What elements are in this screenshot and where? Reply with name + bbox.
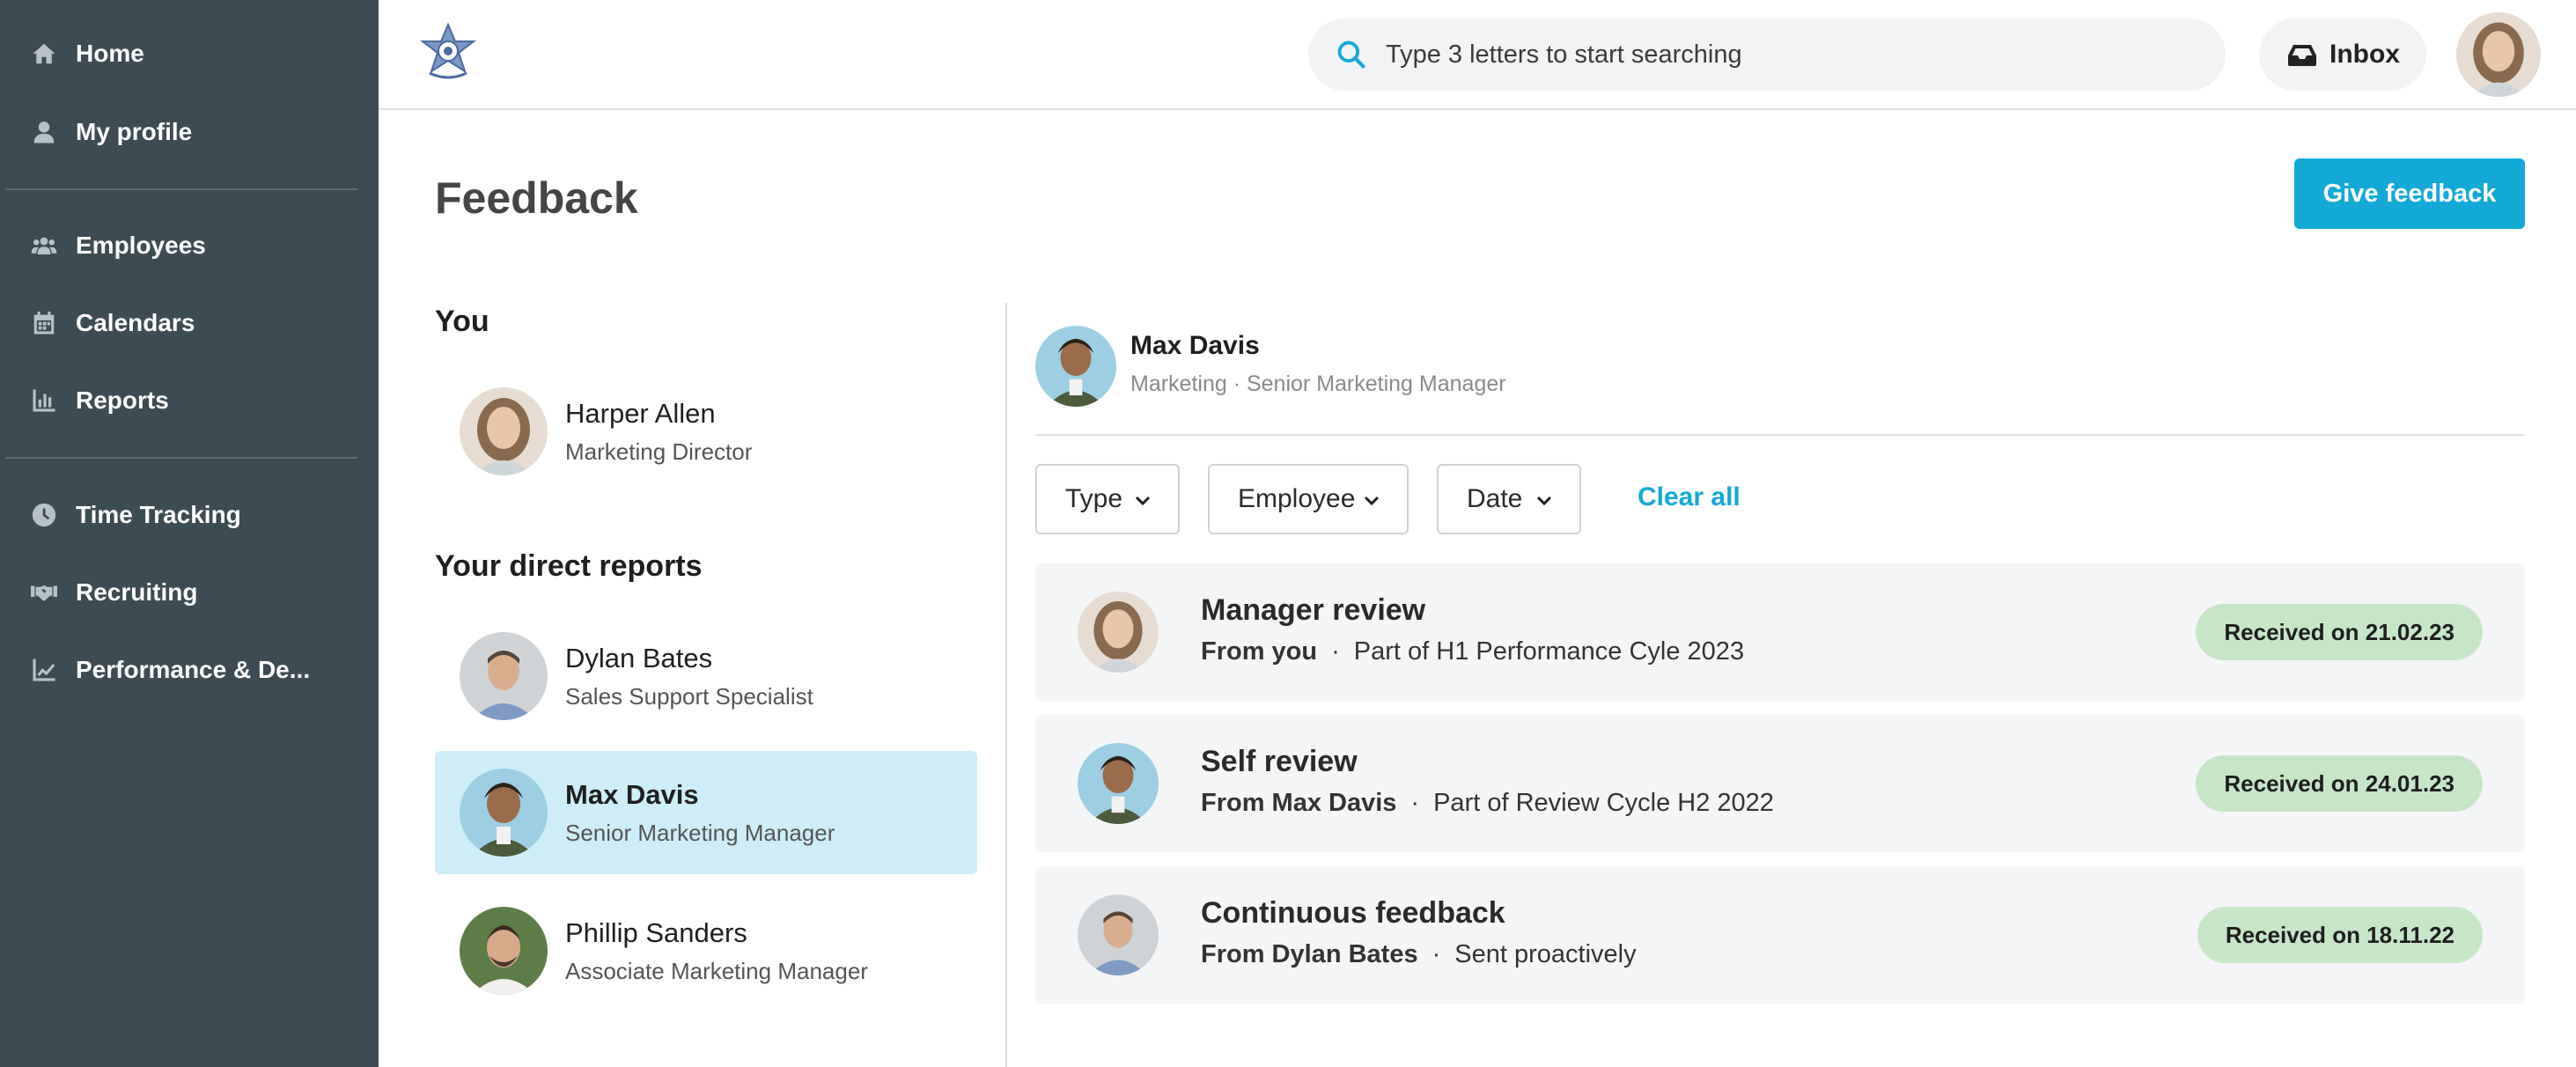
avatar	[1078, 894, 1159, 975]
avatar	[1078, 592, 1159, 673]
feedback-card[interactable]: Self review From Max Davis · Part of Revie…	[1035, 715, 2525, 852]
chevron-down-icon	[1135, 496, 1151, 506]
filter-label: Type	[1065, 484, 1123, 513]
filter-label: Employee	[1238, 484, 1356, 513]
detail-person-name: Max Davis	[1130, 331, 1260, 360]
sidebar: Home My profile Employees Calendars Repo…	[0, 0, 379, 1067]
sidebar-item-label: Employees	[76, 232, 206, 259]
person-role: Associate Marketing Manager	[565, 958, 868, 984]
feedback-title: Self review	[1201, 745, 1358, 778]
person-role: Sales Support Specialist	[565, 683, 813, 710]
feedback-from: From Max Davis	[1201, 789, 1397, 817]
person-item-harper-allen[interactable]: Harper Allen Marketing Director	[435, 370, 977, 493]
handshake-icon	[28, 577, 60, 608]
search-input[interactable]: Type 3 letters to start searching	[1386, 40, 1742, 70]
sidebar-item-time-tracking[interactable]: Time Tracking	[0, 484, 379, 546]
direct-reports-title: Your direct reports	[435, 549, 703, 583]
user-avatar[interactable]	[2456, 12, 2541, 97]
feedback-context: Sent proactively	[1454, 940, 1637, 968]
person-item-dylan-bates[interactable]: Dylan Bates Sales Support Specialist	[435, 614, 977, 738]
sidebar-item-label: Time Tracking	[76, 501, 241, 528]
page-title: Feedback	[435, 173, 638, 223]
avatar	[460, 907, 548, 995]
feedback-meta: From Dylan Bates · Sent proactively	[1201, 940, 1637, 969]
person-name: Max Davis	[565, 779, 699, 810]
search-icon	[1337, 40, 1365, 69]
detail-person-subtitle: Marketing · Senior Marketing Manager	[1130, 372, 1506, 396]
sidebar-item-label: My profile	[76, 118, 193, 145]
sidebar-item-recruiting[interactable]: Recruiting	[0, 562, 379, 623]
sidebar-item-label: Performance & De...	[76, 656, 311, 683]
feedback-from: From you	[1201, 637, 1318, 666]
feedback-title: Manager review	[1201, 593, 1426, 627]
sidebar-item-employees[interactable]: Employees	[0, 215, 379, 276]
top-bar: Type 3 letters to start searching Inbox	[379, 0, 2576, 110]
sidebar-item-performance[interactable]: Performance & De...	[0, 639, 379, 701]
feedback-from: From Dylan Bates	[1201, 940, 1418, 968]
feedback-card[interactable]: Continuous feedback From Dylan Bates · Sen…	[1035, 866, 2525, 1004]
status-badge: Received on 18.11.22	[2197, 907, 2483, 963]
you-section-title: You	[435, 305, 489, 338]
sidebar-item-label: Home	[76, 40, 144, 67]
avatar	[460, 387, 548, 475]
users-icon	[28, 230, 60, 261]
avatar	[1078, 743, 1159, 824]
chevron-down-icon	[1536, 496, 1552, 506]
sidebar-item-label: Reports	[76, 386, 169, 414]
separator-dot: ·	[1432, 940, 1441, 968]
inbox-button[interactable]: Inbox	[2259, 18, 2426, 91]
feedback-meta: From Max Davis · Part of Review Cycle H2 2…	[1201, 789, 1774, 818]
status-badge: Received on 24.01.23	[2196, 755, 2483, 812]
feedback-title: Continuous feedback	[1201, 896, 1505, 930]
status-badge: Received on 21.02.23	[2196, 604, 2483, 660]
column-divider	[1005, 303, 1007, 1067]
type-filter-dropdown[interactable]: Type	[1035, 464, 1180, 534]
sidebar-item-home[interactable]: Home	[0, 23, 379, 85]
give-feedback-button[interactable]: Give feedback	[2294, 158, 2525, 229]
calendar-icon	[28, 307, 60, 339]
person-name: Harper Allen	[565, 398, 716, 429]
avatar	[1035, 326, 1116, 407]
user-icon	[28, 116, 60, 148]
date-filter-dropdown[interactable]: Date	[1437, 464, 1581, 534]
person-role: Marketing Director	[565, 438, 753, 465]
avatar	[460, 632, 548, 720]
sidebar-item-my-profile[interactable]: My profile	[0, 101, 379, 163]
feedback-card[interactable]: Manager review From you · Part of H1 Perfo…	[1035, 563, 2525, 701]
search-bar[interactable]: Type 3 letters to start searching	[1308, 18, 2226, 91]
inbox-label: Inbox	[2329, 40, 2400, 69]
person-item-max-davis[interactable]: Max Davis Senior Marketing Manager	[435, 751, 977, 874]
sidebar-divider	[5, 188, 357, 190]
feedback-context: Part of Review Cycle H2 2022	[1433, 789, 1774, 817]
sidebar-item-calendars[interactable]: Calendars	[0, 292, 379, 354]
person-role: Senior Marketing Manager	[565, 820, 835, 846]
separator-dot: ·	[1410, 789, 1420, 817]
sidebar-divider	[5, 457, 357, 459]
person-item-phillip-sanders[interactable]: Phillip Sanders Associate Marketing Mana…	[435, 889, 977, 1012]
sidebar-item-label: Recruiting	[76, 578, 198, 606]
clock-icon	[28, 499, 60, 531]
bar-chart-icon	[28, 385, 60, 416]
chevron-down-icon	[1364, 496, 1380, 506]
avatar	[460, 769, 548, 857]
line-chart-icon	[28, 654, 60, 686]
clear-all-link[interactable]: Clear all	[1638, 482, 1741, 512]
employee-filter-dropdown[interactable]: Employee	[1208, 464, 1409, 534]
feedback-context: Part of H1 Performance Cyle 2023	[1353, 637, 1745, 666]
company-logo[interactable]	[417, 22, 479, 84]
sidebar-item-reports[interactable]: Reports	[0, 370, 379, 431]
separator-dot: ·	[1331, 637, 1340, 666]
sidebar-item-label: Calendars	[76, 309, 195, 336]
person-name: Dylan Bates	[565, 643, 713, 673]
feedback-meta: From you · Part of H1 Performance Cyle 202…	[1201, 637, 1744, 666]
home-icon	[28, 38, 60, 70]
inbox-icon	[2288, 45, 2316, 66]
filter-label: Date	[1467, 484, 1523, 513]
detail-divider	[1035, 434, 2525, 436]
person-name: Phillip Sanders	[565, 917, 747, 948]
